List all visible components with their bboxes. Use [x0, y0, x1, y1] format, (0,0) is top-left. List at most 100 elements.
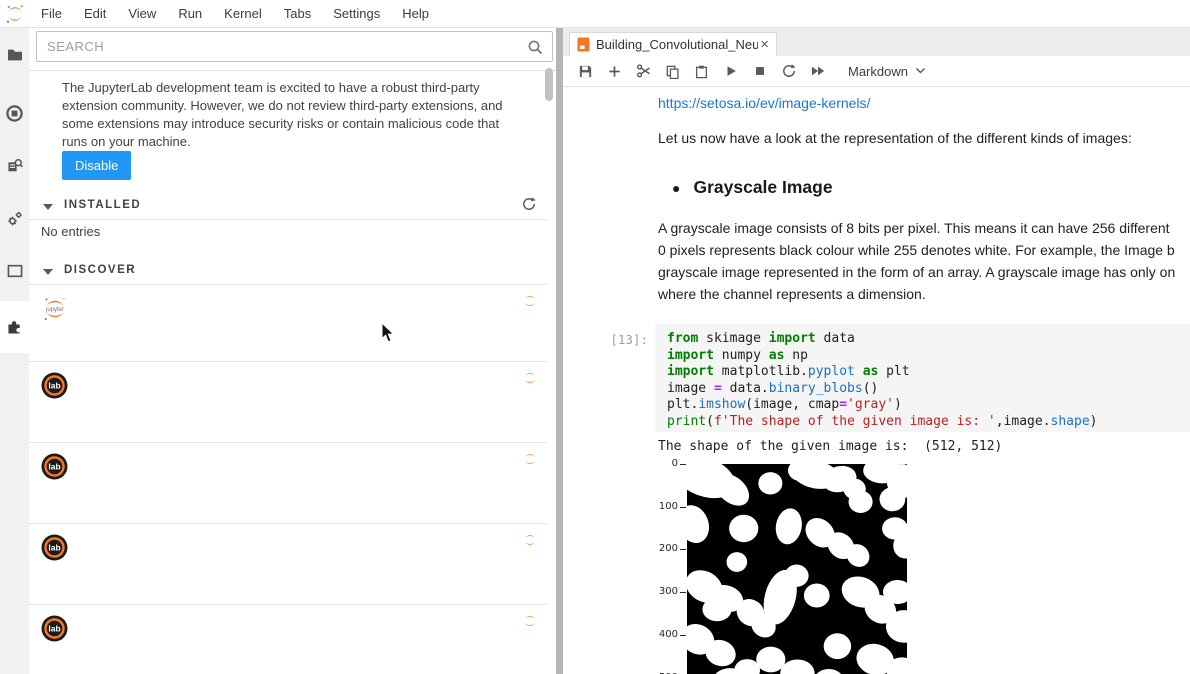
menu-item-kernel[interactable]: Kernel — [213, 1, 273, 27]
extension-entry: lab — [29, 362, 547, 443]
copy-cells-button[interactable] — [658, 56, 687, 86]
discover-section-header[interactable]: DISCOVER — [29, 261, 546, 283]
menu-item-help[interactable]: Help — [391, 1, 440, 27]
code-cell-editor[interactable]: from skimage import dataimport numpy as … — [655, 324, 1190, 432]
markdown-line: A grayscale image consists of 8 bits per… — [658, 217, 1190, 239]
menu-item-settings[interactable]: Settings — [322, 1, 391, 27]
running-sessions-icon[interactable] — [0, 90, 29, 136]
markdown-line: 0 pixels represents black colour while 2… — [658, 239, 1190, 261]
notebook-content: https://setosa.io/ev/image-kernels/ Let … — [563, 87, 1190, 674]
code-line: import numpy as np — [667, 348, 1190, 365]
markdown-heading: ● Grayscale Image — [672, 177, 833, 198]
installed-empty-text: No entries — [41, 224, 100, 239]
y-tick-label: 300 — [638, 586, 678, 597]
code-line: print(f'The shape of the given image is:… — [667, 414, 1190, 431]
open-tabs-icon[interactable] — [0, 248, 29, 294]
restart-kernel-button[interactable] — [774, 56, 803, 86]
add-cell-button[interactable] — [600, 56, 629, 86]
run-all-button[interactable] — [803, 56, 832, 86]
cell-type-value: Markdown — [848, 64, 908, 79]
menu-item-tabs[interactable]: Tabs — [273, 1, 322, 27]
panel-scrollbar-thumb[interactable] — [545, 68, 553, 101]
extension-entry: lab — [29, 605, 547, 674]
svg-text:lab: lab — [48, 462, 60, 472]
installed-section-header[interactable]: INSTALLED — [29, 196, 546, 218]
menu-item-file[interactable]: File — [30, 1, 73, 27]
svg-text:lab: lab — [48, 624, 60, 634]
y-tick-label: 100 — [638, 501, 678, 512]
notebook-toolbar: Markdown — [563, 56, 1190, 87]
extension-avatar: lab — [41, 615, 69, 643]
cell-execution-prompt: [13]: — [563, 332, 648, 347]
extension-avatar: lab — [41, 453, 69, 481]
extension-search-input[interactable] — [37, 32, 552, 61]
panel-resize-handle[interactable] — [556, 28, 563, 674]
extension-entry: lab — [29, 524, 547, 605]
refresh-icon[interactable] — [521, 196, 537, 212]
svg-text:jupyter: jupyter — [45, 307, 64, 313]
tab-title: Building_Convolutional_Neu — [596, 37, 758, 52]
code-line: image = data.binary_blobs() — [667, 381, 1190, 398]
cell-output-text: The shape of the given image is: (512, 5… — [658, 439, 1002, 454]
extension-entry: jupyter — [29, 285, 547, 362]
y-tick-mark — [680, 635, 686, 636]
binary-blobs-plot — [687, 464, 907, 674]
y-tick-mark — [680, 464, 686, 465]
collapse-caret-icon[interactable] — [43, 204, 53, 210]
markdown-line: where the channel represents a dimension… — [658, 283, 1190, 305]
jupyter-mini-icon — [522, 613, 538, 629]
extension-entry: lab — [29, 443, 547, 524]
cell-type-dropdown[interactable]: Markdown — [848, 64, 926, 79]
heading-text: Grayscale Image — [693, 177, 832, 198]
interrupt-kernel-button[interactable] — [745, 56, 774, 86]
jupyter-logo-icon — [0, 3, 30, 25]
paste-cells-button[interactable] — [687, 56, 716, 86]
code-line: plt.imshow(image, cmap='gray') — [667, 397, 1190, 414]
svg-text:lab: lab — [48, 543, 60, 553]
code-line: import matplotlib.pyplot as plt — [667, 364, 1190, 381]
y-tick-label: 200 — [638, 543, 678, 554]
separator — [29, 219, 547, 220]
third-party-warning-text: The JupyterLab development team is excit… — [62, 79, 528, 151]
activity-bar — [0, 28, 29, 674]
notebook-area: Building_Convolutional_Neu × — [563, 28, 1190, 674]
svg-text:lab: lab — [48, 381, 60, 391]
search-icon[interactable] — [527, 39, 544, 56]
collapse-caret-icon[interactable] — [43, 269, 53, 275]
jupyter-mini-icon — [522, 370, 538, 386]
extension-panel-body: The JupyterLab development team is excit… — [29, 70, 556, 674]
extension-avatar: jupyter — [41, 295, 69, 323]
y-tick-mark — [680, 507, 686, 508]
notebook-file-icon — [577, 37, 590, 52]
menu-items: FileEditViewRunKernelTabsSettingsHelp — [30, 1, 440, 27]
cut-cells-button[interactable] — [629, 56, 658, 86]
file-browser-icon[interactable] — [0, 32, 29, 78]
markdown-link[interactable]: https://setosa.io/ev/image-kernels/ — [658, 95, 870, 111]
mouse-cursor — [381, 322, 395, 343]
list-bullet: ● — [672, 180, 680, 196]
save-button[interactable] — [571, 56, 600, 86]
notebook-tab[interactable]: Building_Convolutional_Neu × — [569, 32, 777, 56]
command-inspector-icon[interactable] — [0, 143, 29, 189]
run-cell-button[interactable] — [716, 56, 745, 86]
settings-gears-icon[interactable] — [0, 196, 29, 242]
y-tick-label: 0 — [638, 458, 678, 469]
menu-item-view[interactable]: View — [117, 1, 167, 27]
markdown-paragraph: A grayscale image consists of 8 bits per… — [658, 217, 1190, 305]
markdown-line: grayscale image represented in the form … — [658, 261, 1190, 283]
menu-item-edit[interactable]: Edit — [73, 1, 117, 27]
discover-section-label: DISCOVER — [64, 264, 136, 276]
code-line: from skimage import data — [667, 331, 1190, 348]
jupyter-mini-icon — [522, 532, 538, 548]
tab-close-icon[interactable]: × — [760, 37, 769, 52]
disable-button[interactable]: Disable — [62, 151, 131, 180]
extension-avatar: lab — [41, 534, 69, 562]
tab-bar: Building_Convolutional_Neu × — [563, 28, 1190, 57]
markdown-intro-text: Let us now have a look at the representa… — [658, 130, 1132, 146]
y-tick-mark — [680, 549, 686, 550]
menu-item-run[interactable]: Run — [167, 1, 213, 27]
jupyter-mini-icon — [522, 293, 538, 309]
extension-manager-icon[interactable] — [0, 301, 29, 353]
extension-manager-panel: The JupyterLab development team is excit… — [29, 28, 556, 674]
menubar: FileEditViewRunKernelTabsSettingsHelp — [0, 0, 1190, 28]
